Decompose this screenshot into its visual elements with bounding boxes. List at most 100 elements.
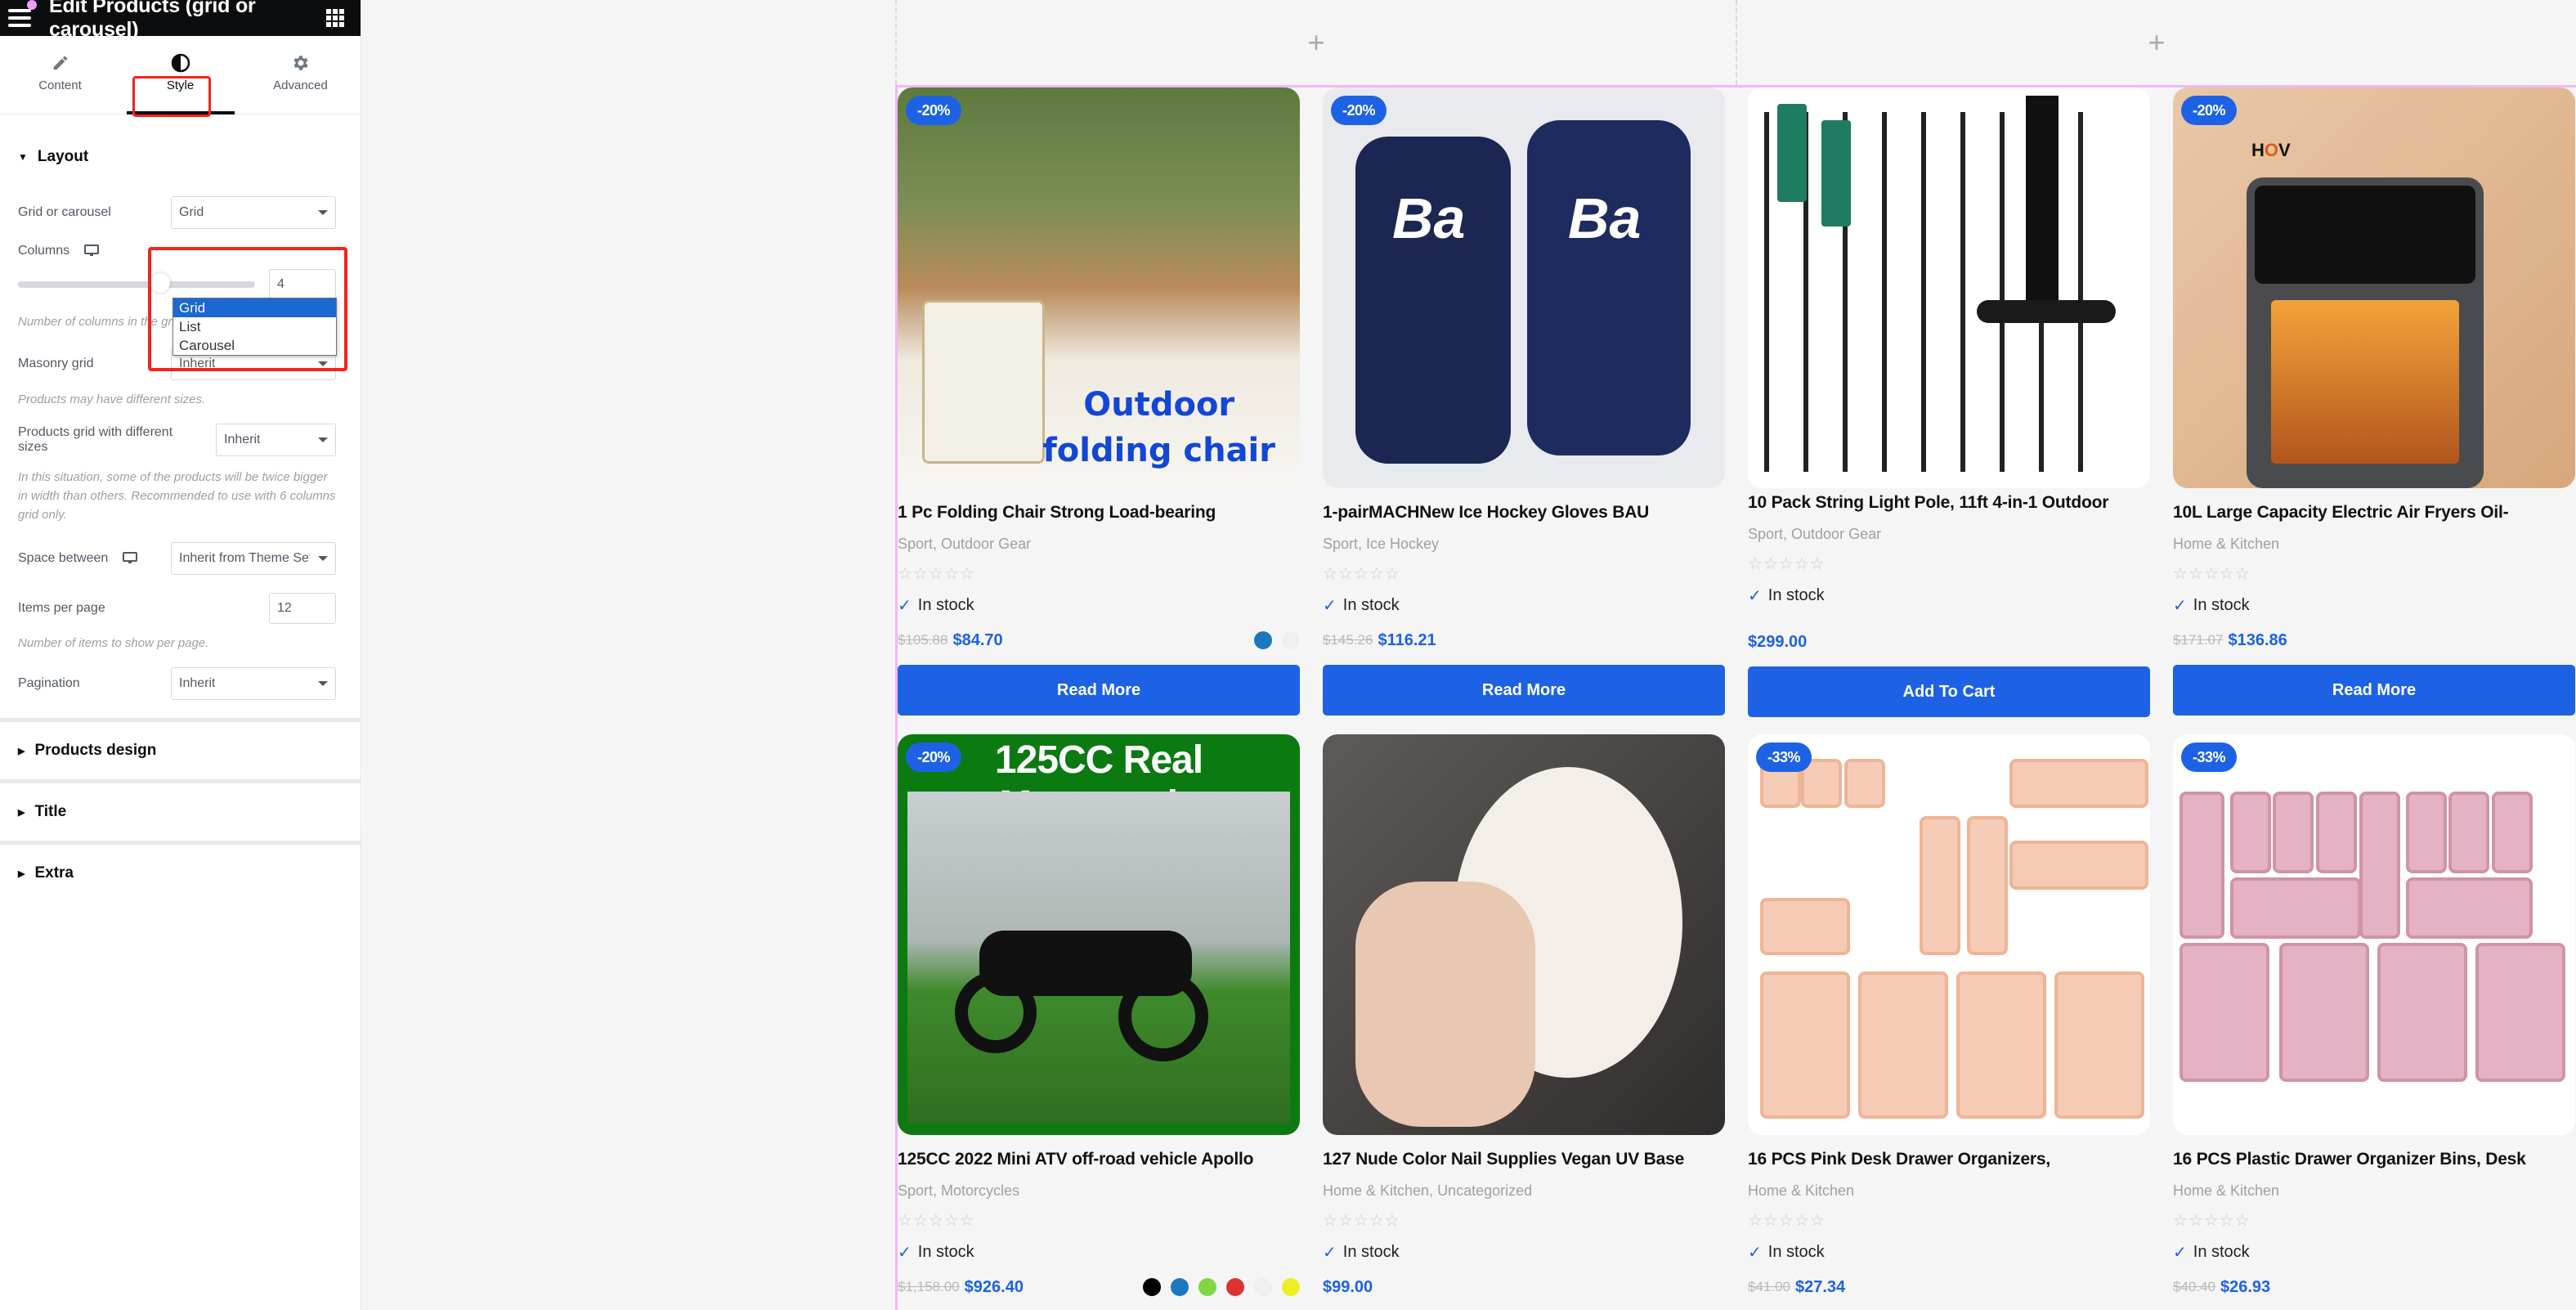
color-swatch[interactable] bbox=[1171, 1278, 1189, 1296]
star-icon: ☆ bbox=[1809, 555, 1825, 573]
option-grid[interactable]: Grid bbox=[173, 298, 336, 317]
section-layout-header[interactable]: ▼ Layout bbox=[0, 128, 361, 186]
rating-stars: ☆ ☆ ☆ ☆ ☆ bbox=[2173, 1213, 2575, 1229]
product-image[interactable] bbox=[1323, 734, 1725, 1135]
product-categories[interactable]: Home & Kitchen bbox=[2173, 1182, 2575, 1200]
product-title[interactable]: 1 Pc Folding Chair Strong Load-bearing bbox=[898, 503, 1300, 523]
add-element-dropzone[interactable]: + bbox=[1736, 0, 2576, 85]
product-image[interactable]: -33% bbox=[2173, 734, 2575, 1135]
chevron-down-icon bbox=[318, 437, 328, 442]
product-card[interactable]: Outdoor folding chair -20% 1 Pc Folding C… bbox=[898, 87, 1300, 716]
color-swatch[interactable] bbox=[1254, 631, 1272, 649]
product-action-button[interactable]: Add To Cart bbox=[1748, 666, 2150, 717]
items-per-page-input[interactable]: 12 bbox=[269, 593, 336, 624]
product-title[interactable]: 127 Nude Color Nail Supplies Vegan UV Ba… bbox=[1323, 1150, 1725, 1169]
stock-status: ✓ In stock bbox=[1748, 585, 2150, 606]
panel-tabs: Content Style Advanced bbox=[0, 36, 361, 114]
old-price: $171.07 bbox=[2173, 632, 2224, 648]
space-between-label: Space between bbox=[18, 551, 109, 565]
hamburger-menu-icon[interactable] bbox=[8, 9, 31, 27]
star-icon: ☆ bbox=[1794, 1212, 1809, 1230]
product-card[interactable]: HOV -20% 10L Large Capacity Electric Air… bbox=[2173, 87, 2575, 716]
color-swatch[interactable] bbox=[1198, 1278, 1216, 1296]
product-categories[interactable]: Home & Kitchen bbox=[1748, 1182, 2150, 1200]
columns-input[interactable]: 4 bbox=[269, 269, 336, 300]
product-card[interactable]: 125CC Real Motorcycle -20% 125CC 2022 Mi… bbox=[898, 734, 1300, 1299]
color-swatch[interactable] bbox=[1226, 1278, 1244, 1296]
product-title[interactable]: 125CC 2022 Mini ATV off-road vehicle Apo… bbox=[898, 1150, 1300, 1169]
tab-style-label: Style bbox=[166, 79, 195, 92]
columns-slider-thumb[interactable] bbox=[150, 273, 170, 293]
product-image[interactable] bbox=[1748, 87, 2150, 488]
space-between-select[interactable]: Inherit from Theme Settings bbox=[171, 542, 336, 575]
panel-header: Edit Products (grid or carousel) bbox=[0, 0, 361, 41]
product-categories[interactable]: Sport, Ice Hockey bbox=[1323, 536, 1725, 553]
different-sizes-select[interactable]: Inherit bbox=[216, 424, 336, 456]
sale-price: $99.00 bbox=[1323, 1277, 1373, 1296]
product-image[interactable]: -33% bbox=[1748, 734, 2150, 1135]
option-list[interactable]: List bbox=[173, 317, 336, 336]
product-categories[interactable]: Sport, Motorcycles bbox=[898, 1182, 1300, 1200]
product-image[interactable]: 125CC Real Motorcycle -20% bbox=[898, 734, 1300, 1135]
product-card[interactable]: 127 Nude Color Nail Supplies Vegan UV Ba… bbox=[1323, 734, 1725, 1299]
product-categories[interactable]: Sport, Outdoor Gear bbox=[1748, 526, 2150, 543]
product-title[interactable]: 10L Large Capacity Electric Air Fryers O… bbox=[2173, 503, 2575, 523]
space-between-label-wrap: Space between bbox=[18, 551, 138, 566]
product-card[interactable]: -33% 16 PCS Plastic Drawer Organizer Bin… bbox=[2173, 734, 2575, 1299]
section-title-header[interactable]: ▶ Title bbox=[0, 783, 361, 841]
star-icon: ☆ bbox=[943, 565, 959, 583]
product-categories[interactable]: Sport, Outdoor Gear bbox=[898, 536, 1300, 553]
sale-price: $84.70 bbox=[952, 630, 1003, 649]
price: $1,158.00 $926.40 bbox=[898, 1276, 1300, 1299]
star-icon: ☆ bbox=[959, 565, 974, 583]
product-image[interactable]: Ba Ba -20% bbox=[1323, 87, 1725, 488]
pagination-label: Pagination bbox=[18, 676, 80, 690]
caret-right-icon: ▶ bbox=[18, 807, 25, 818]
product-image-art: HOV bbox=[2173, 87, 2575, 488]
color-swatch[interactable] bbox=[1143, 1278, 1161, 1296]
product-title[interactable]: 16 PCS Plastic Drawer Organizer Bins, De… bbox=[2173, 1150, 2575, 1169]
product-card[interactable]: 10 Pack String Light Pole, 11ft 4-in-1 O… bbox=[1748, 87, 2150, 717]
product-image[interactable]: HOV -20% bbox=[2173, 87, 2575, 488]
desktop-monitor-icon[interactable] bbox=[123, 552, 138, 565]
product-title[interactable]: 16 PCS Pink Desk Drawer Organizers, bbox=[1748, 1150, 2150, 1169]
rating-stars: ☆ ☆ ☆ ☆ ☆ bbox=[1748, 1213, 2150, 1229]
product-action-button[interactable]: Read More bbox=[898, 665, 1300, 716]
color-swatch[interactable] bbox=[1282, 1278, 1300, 1296]
caret-right-icon: ▶ bbox=[18, 868, 25, 879]
chevron-down-icon bbox=[318, 361, 328, 366]
tab-style[interactable]: Style bbox=[120, 36, 240, 114]
tab-advanced[interactable]: Advanced bbox=[240, 36, 361, 114]
section-extra-header[interactable]: ▶ Extra bbox=[0, 845, 361, 902]
grid-or-carousel-select[interactable]: Grid bbox=[171, 196, 336, 229]
product-categories[interactable]: Home & Kitchen, Uncategorized bbox=[1323, 1182, 1725, 1200]
option-carousel[interactable]: Carousel bbox=[173, 336, 336, 355]
section-products-design-label: Products design bbox=[34, 742, 157, 759]
columns-slider[interactable] bbox=[18, 273, 255, 293]
pagination-select[interactable]: Inherit bbox=[171, 667, 336, 700]
product-image[interactable]: Outdoor folding chair -20% bbox=[898, 87, 1300, 488]
desktop-monitor-icon[interactable] bbox=[84, 245, 100, 258]
tab-content[interactable]: Content bbox=[0, 36, 120, 114]
sale-price: $27.34 bbox=[1795, 1277, 1846, 1296]
star-icon: ☆ bbox=[959, 1212, 974, 1230]
product-action-button[interactable]: Read More bbox=[2173, 665, 2575, 716]
product-card[interactable]: -33% 16 PCS Pink Desk Drawer Organizers,… bbox=[1748, 734, 2150, 1299]
product-card[interactable]: Ba Ba -20% 1-pairMACHNew Ice Hockey Glove… bbox=[1323, 87, 1725, 716]
apps-grid-icon[interactable] bbox=[326, 9, 344, 27]
section-products-design-header[interactable]: ▶ Products design bbox=[0, 722, 361, 779]
checkmark-icon: ✓ bbox=[1323, 597, 1337, 615]
star-icon: ☆ bbox=[1323, 565, 1337, 583]
product-categories[interactable]: Home & Kitchen bbox=[2173, 536, 2575, 553]
caret-down-icon: ▼ bbox=[18, 151, 28, 163]
space-between-value: Inherit from Theme Settings bbox=[179, 551, 310, 565]
control-columns: Columns bbox=[18, 239, 336, 263]
product-action-button[interactable]: Read More bbox=[1323, 665, 1725, 716]
color-swatch[interactable] bbox=[1282, 631, 1300, 649]
product-title[interactable]: 1-pairMACHNew Ice Hockey Gloves BAU bbox=[1323, 503, 1725, 523]
color-swatch[interactable] bbox=[1254, 1278, 1272, 1296]
contrast-icon bbox=[171, 52, 190, 74]
star-icon: ☆ bbox=[2188, 565, 2203, 583]
add-element-dropzone[interactable]: + bbox=[895, 0, 1736, 85]
product-title[interactable]: 10 Pack String Light Pole, 11ft 4-in-1 O… bbox=[1748, 493, 2150, 513]
